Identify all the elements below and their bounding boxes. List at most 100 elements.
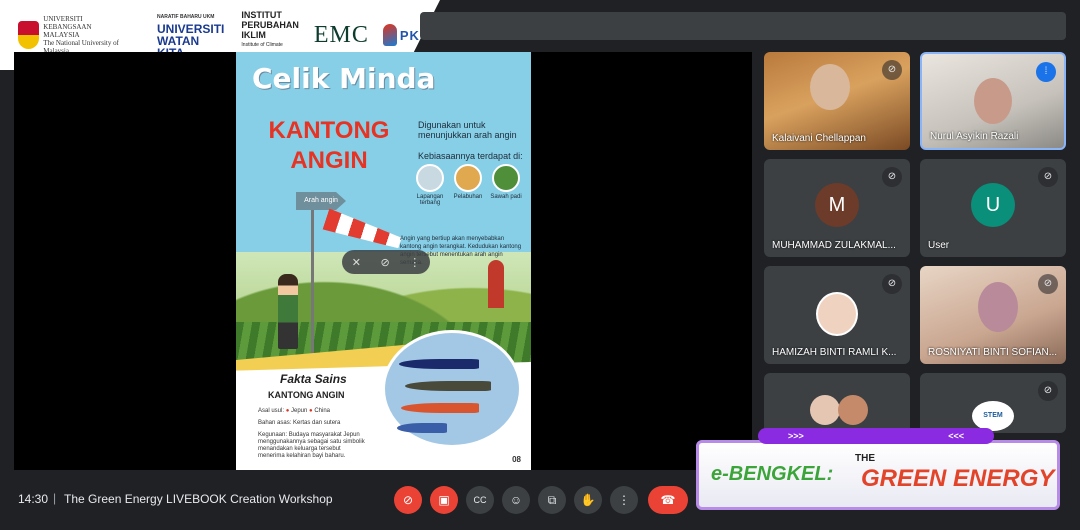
participant-tile[interactable]: ⊘ HAMIZAH BINTI RAMLI K... [764, 266, 910, 364]
camera-toggle-button[interactable]: ▣ [430, 486, 458, 514]
more-icon[interactable]: ⋮ [409, 256, 420, 269]
mic-off-icon[interactable]: ⊘ [882, 274, 902, 294]
green-energy-top-bar: >>> <<< [758, 428, 994, 444]
slide-page-number: 08 [512, 455, 521, 464]
meet-window: UNIVERSITI KEBANGSAAN MALAYSIA The Natio… [0, 0, 1080, 530]
place-label: Pelabuhan [453, 194, 483, 200]
participant-name: Nurul Asyikin Razali [930, 131, 1019, 142]
emc-logo: EMC [313, 21, 369, 48]
the-text: THE [855, 453, 875, 464]
participant-tile[interactable]: ⊘ STEM [920, 373, 1066, 433]
ukm-line3: MALAYSIA [43, 31, 80, 39]
arrows-right: <<< [948, 431, 964, 441]
boy-illustration [278, 274, 298, 349]
mic-off-icon[interactable]: ⊘ [882, 60, 902, 80]
ipi-line3: IKLIM [241, 30, 266, 40]
place-airport: Lapangan terbang [414, 164, 446, 206]
participant-photo [810, 395, 840, 425]
ukm-line1: UNIVERSITI [43, 15, 83, 23]
participant-photo [816, 292, 858, 336]
china-dot-icon: ● [309, 408, 313, 414]
fakta-subtitle: KANTONG ANGIN [268, 390, 345, 400]
mic-off-icon[interactable]: ⊘ [380, 256, 389, 269]
emoji-icon: ☺ [509, 493, 523, 507]
mic-off-icon[interactable]: ⊘ [1038, 274, 1058, 294]
camera-off-icon: ▣ [438, 493, 450, 507]
participant-name: HAMIZAH BINTI RAMLI K... [772, 347, 897, 358]
avatar: U [971, 183, 1015, 227]
phone-hangup-icon: ☎ [660, 493, 676, 507]
ukm-logo: UNIVERSITI KEBANGSAAN MALAYSIA The Natio… [18, 15, 143, 55]
participant-name: User [928, 240, 950, 251]
fakta-usage: Kegunaan: Budaya masyarakat Jepun menggu… [258, 432, 365, 459]
clock: 14:30 [18, 492, 49, 506]
separator: | [53, 491, 57, 505]
meeting-title: The Green Energy LIVEBOOK Creation Works… [64, 492, 333, 506]
more-vert-icon: ⋮ [618, 493, 630, 507]
port-icon [454, 164, 482, 192]
participant-video [974, 78, 1012, 124]
participant-tile[interactable] [764, 373, 910, 433]
origin-china: China [314, 408, 330, 414]
mic-toggle-button[interactable]: ⊘ [394, 486, 422, 514]
participant-tile[interactable]: ⁞ Nurul Asyikin Razali [920, 52, 1066, 150]
participant-name: ROSNIYATI BINTI SOFIAN... [928, 347, 1058, 358]
present-screen-icon: ⧉ [547, 493, 557, 507]
captions-icon: CC [473, 495, 487, 505]
arrows-left: >>> [788, 431, 804, 441]
places-list: Lapangan terbang Pelabuhan Sawah padi [414, 164, 522, 206]
more-options-button[interactable]: ⋮ [610, 486, 638, 514]
slide-mini-controls[interactable]: ✕ ⊘ ⋮ [342, 250, 430, 274]
slide-places-heading: Kebiasaannya terdapat di: [418, 151, 523, 161]
silo-illustration [488, 260, 504, 308]
airport-icon [416, 164, 444, 192]
slide-title: Celik Minda [252, 62, 436, 95]
slide-heading: KANTONG ANGIN [268, 117, 390, 174]
participant-video [978, 282, 1018, 332]
place-label: Lapangan terbang [416, 194, 444, 206]
origin-label: Asal usul: [258, 408, 285, 414]
ipi-line1: INSTITUT [241, 10, 282, 20]
raise-hand-button[interactable]: ✋ [574, 486, 602, 514]
fakta-origin: Asal usul: ● Jepun ● China [258, 408, 330, 414]
participant-name: Kalaivani Chellappan [772, 133, 866, 144]
paddy-icon [492, 164, 520, 192]
koi-black [405, 381, 491, 391]
windsock-illustration [323, 208, 404, 253]
ipi-line2: PERUBAHAN [241, 20, 299, 30]
speaking-indicator-icon: ⁞ [1036, 62, 1056, 82]
captions-button[interactable]: CC [466, 486, 494, 514]
pkas-figure-icon [382, 24, 397, 46]
origin-japan: Jepun [290, 408, 308, 414]
participant-video [810, 64, 850, 110]
slide-description: Digunakan untuk menunjukkan arah angin [418, 120, 517, 140]
avatar: M [815, 183, 859, 227]
mic-off-icon[interactable]: ⊘ [882, 167, 902, 187]
fakta-title: Fakta Sains [280, 372, 347, 386]
mic-off-icon[interactable]: ⊘ [1038, 167, 1058, 187]
mic-off-icon[interactable]: ⊘ [1038, 381, 1058, 401]
place-paddy: Sawah padi [490, 164, 522, 206]
place-port: Pelabuhan [452, 164, 484, 206]
participant-tile[interactable]: ⊘ Kalaivani Chellappan [764, 52, 910, 150]
pin-off-icon[interactable]: ✕ [352, 256, 361, 269]
participant-tile[interactable]: U ⊘ User [920, 159, 1066, 257]
participant-name: MUHAMMAD ZULAKMAL... [772, 240, 896, 251]
koi-blue [399, 359, 479, 369]
koinobori-illustration [382, 330, 522, 448]
ukm-crest-icon [18, 21, 40, 49]
windsock-pole [311, 192, 314, 362]
reactions-button[interactable]: ☺ [502, 486, 530, 514]
koi-small [397, 423, 447, 433]
participant-tile[interactable]: M ⊘ MUHAMMAD ZULAKMAL... [764, 159, 910, 257]
participant-photo [838, 395, 868, 425]
koi-red [401, 403, 479, 413]
fakta-material: Bahan asas: Kertas dan sutera [258, 420, 341, 426]
japan-dot-icon: ● [285, 408, 290, 414]
participant-tile[interactable]: ⊘ ROSNIYATI BINTI SOFIAN... [920, 266, 1066, 364]
leave-call-button[interactable]: ☎ [648, 486, 688, 514]
present-button[interactable]: ⧉ [538, 486, 566, 514]
presentation-area[interactable]: Celik Minda KANTONG ANGIN Digunakan untu… [14, 52, 752, 470]
place-label: Sawah padi [490, 194, 522, 200]
bottom-bar: 14:30 | The Green Energy LIVEBOOK Creati… [0, 478, 1080, 530]
